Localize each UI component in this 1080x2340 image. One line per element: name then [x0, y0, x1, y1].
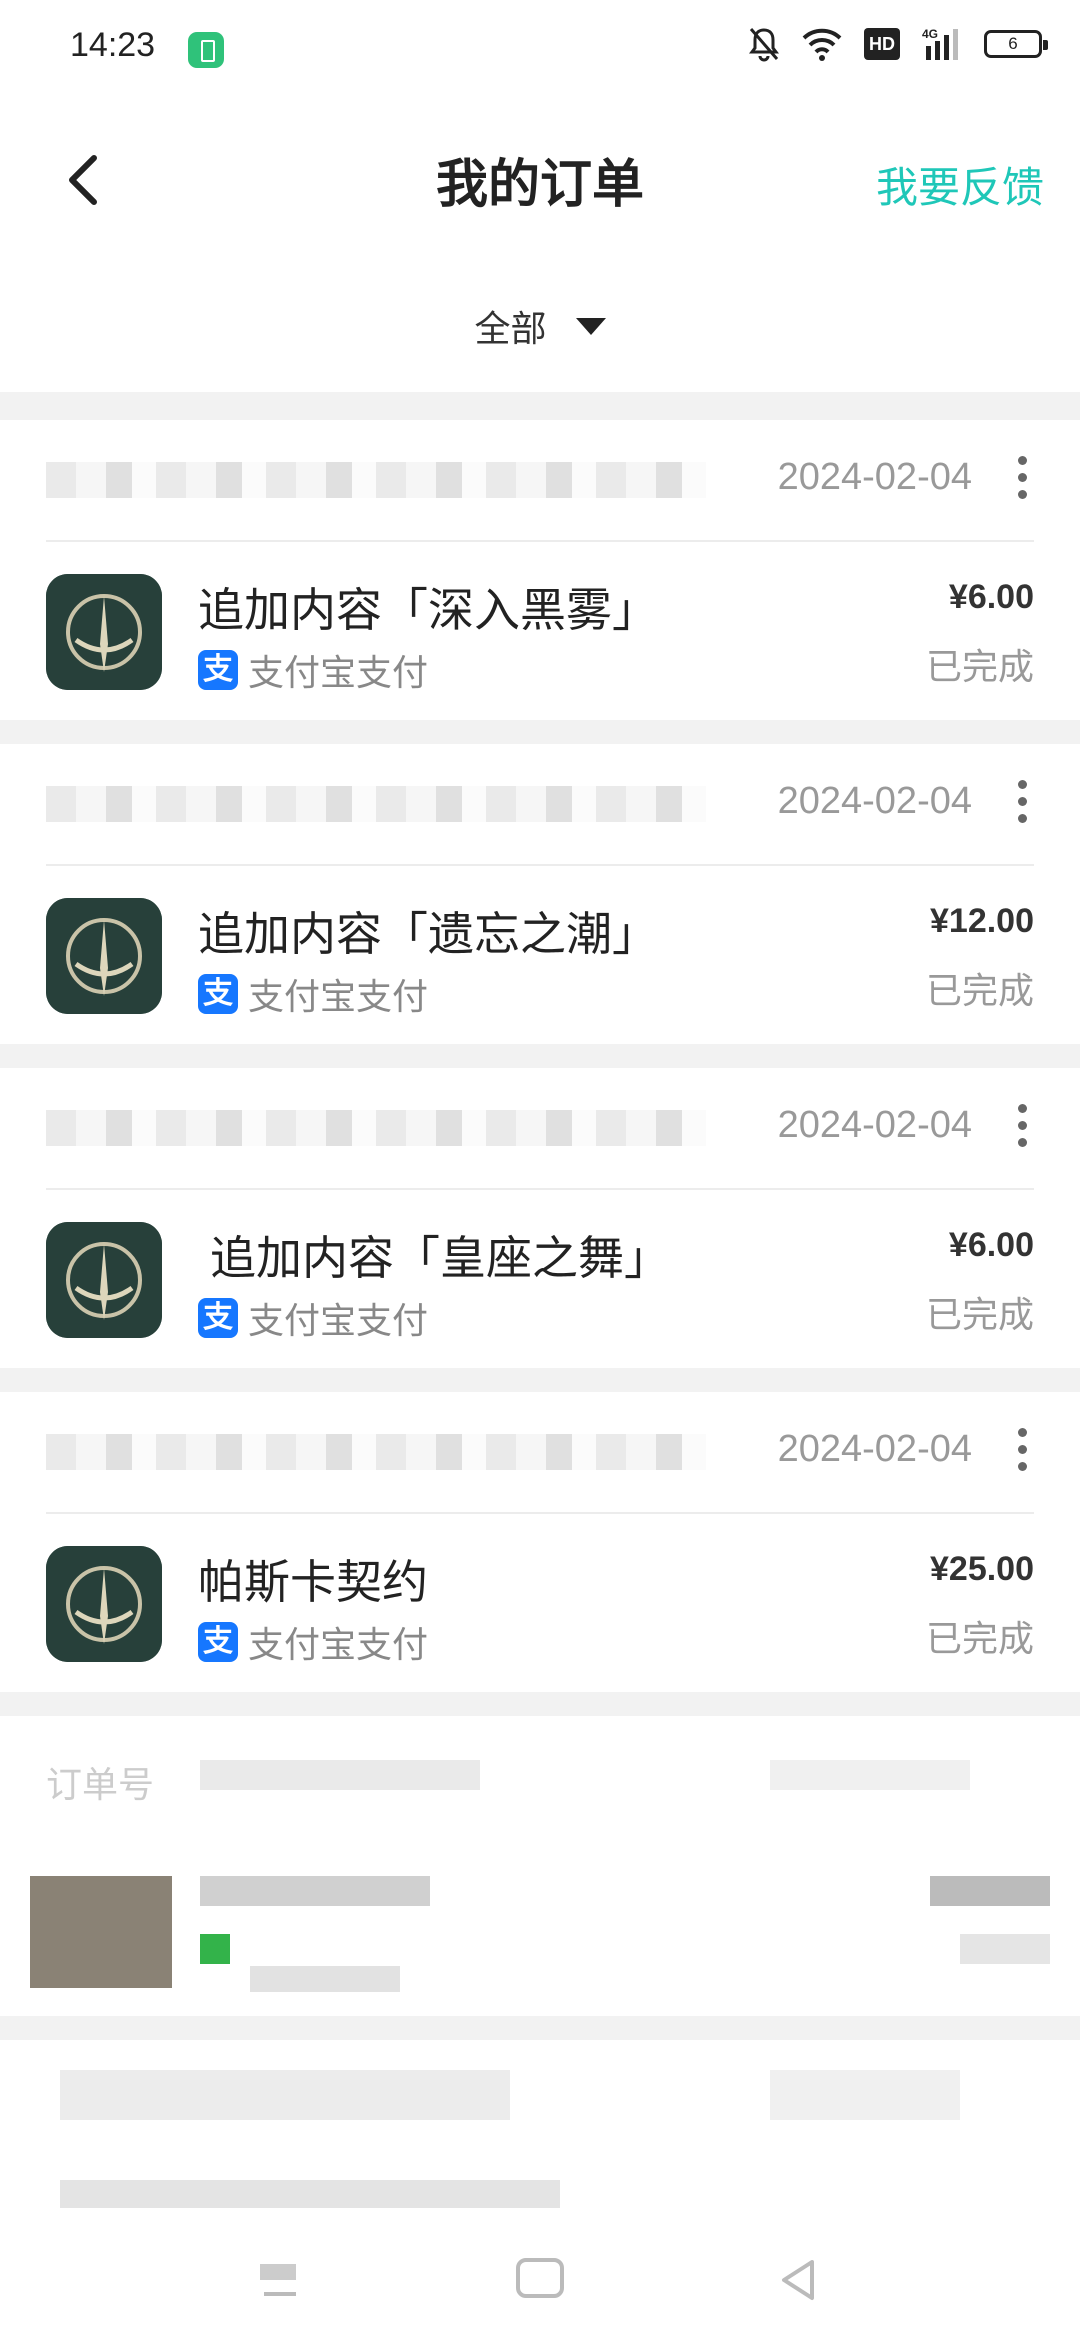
menu-nav-icon[interactable]: [250, 2250, 310, 2310]
blurred-text: [200, 1760, 480, 1790]
game-app-icon: [46, 898, 162, 1014]
blurred-text: [60, 2070, 510, 2120]
section-divider: [0, 392, 1080, 420]
order-number-masked: [46, 1110, 706, 1146]
blurred-text: [770, 1760, 970, 1790]
order-card-blurred[interactable]: 订单号: [0, 1716, 1080, 2016]
more-vertical-icon[interactable]: [1018, 1104, 1028, 1148]
payment-label: 支付宝支付: [248, 653, 429, 694]
order-number-masked: [46, 786, 706, 822]
feedback-link[interactable]: 我要反馈: [876, 154, 1044, 215]
payment-method: 支 支付宝支付: [198, 1296, 428, 1342]
alipay-icon: 支: [198, 1622, 238, 1662]
section-divider: [0, 1044, 1080, 1068]
order-status: 已完成: [925, 1619, 1034, 1660]
wifi-icon: [802, 28, 842, 61]
order-card[interactable]: 2024-02-04 追加内容「皇座之舞」 支 支付宝支付 ¥6.00 已完成: [0, 1068, 1080, 1368]
section-divider: [0, 1368, 1080, 1392]
blurred-app-icon: [30, 1876, 172, 1988]
signal-icon: 4G: [922, 27, 958, 60]
battery-saver-icon: [188, 32, 224, 68]
status-time: 14:23: [70, 26, 156, 64]
section-divider: [0, 720, 1080, 744]
blurred-status: [960, 1934, 1050, 1964]
alipay-icon: 支: [198, 650, 238, 690]
order-status: 已完成: [925, 647, 1034, 688]
order-date: 2024-02-04: [777, 780, 972, 822]
payment-label: 支付宝支付: [248, 1625, 429, 1666]
item-name: 帕斯卡契约: [198, 1555, 428, 1609]
payment-method: 支 支付宝支付: [198, 972, 428, 1018]
game-app-icon: [46, 1546, 162, 1662]
order-date: 2024-02-04: [777, 1428, 972, 1470]
order-date: 2024-02-04: [777, 456, 972, 498]
more-vertical-icon[interactable]: [1018, 456, 1028, 500]
order-header: 2024-02-04: [46, 744, 1034, 866]
back-nav-icon[interactable]: [770, 2250, 830, 2310]
section-divider: [0, 1692, 1080, 1716]
order-price: ¥6.00: [948, 578, 1034, 616]
more-vertical-icon[interactable]: [1018, 1428, 1028, 1472]
order-date: 2024-02-04: [777, 1104, 972, 1146]
section-divider: [0, 2016, 1080, 2040]
blurred-pay-icon: [200, 1934, 230, 1964]
svg-text:4G: 4G: [922, 27, 938, 41]
blurred-text: [770, 2070, 960, 2120]
app-header: 我的订单 我要反馈: [0, 120, 1080, 240]
order-header: 2024-02-04: [46, 1068, 1034, 1190]
order-header: 2024-02-04: [46, 420, 1034, 542]
mute-bell-icon: [749, 28, 779, 62]
order-price: ¥12.00: [930, 902, 1034, 940]
dropdown-triangle-icon: [575, 317, 606, 335]
item-name: 追加内容「皇座之舞」: [210, 1231, 670, 1285]
home-nav-icon[interactable]: [510, 2250, 570, 2310]
order-header: 2024-02-04: [46, 1392, 1034, 1514]
status-bar: 14:23 HD 4G 6: [0, 0, 1080, 96]
order-card[interactable]: 2024-02-04 追加内容「遗忘之潮」 支 支付宝支付 ¥12.00 已完成: [0, 744, 1080, 1044]
item-name: 追加内容「遗忘之潮」: [198, 907, 658, 961]
battery-icon: 6: [984, 30, 1048, 58]
hd-badge: HD: [864, 28, 900, 60]
alipay-icon: 支: [198, 974, 238, 1014]
payment-method: 支 支付宝支付: [198, 1620, 428, 1666]
alipay-icon: 支: [198, 1298, 238, 1338]
order-card[interactable]: 2024-02-04 追加内容「深入黑雾」 支 支付宝支付 ¥6.00 已完成: [0, 420, 1080, 720]
blurred-text: [250, 1966, 400, 1992]
blurred-price: [930, 1876, 1050, 1906]
blurred-text: [200, 1876, 430, 1906]
filter-dropdown[interactable]: 全部: [0, 300, 1080, 364]
payment-label: 支付宝支付: [248, 1301, 429, 1342]
order-number-masked: [46, 462, 706, 498]
filter-label: 全部: [474, 309, 547, 350]
order-number-masked: [46, 1434, 706, 1470]
game-app-icon: [46, 574, 162, 690]
order-price: ¥25.00: [930, 1550, 1034, 1588]
order-price: ¥6.00: [948, 1226, 1034, 1264]
game-app-icon: [46, 1222, 162, 1338]
blurred-text: [60, 2180, 560, 2208]
more-vertical-icon[interactable]: [1018, 780, 1028, 824]
order-status: 已完成: [925, 971, 1034, 1012]
order-number-label: 订单号: [46, 1765, 155, 1806]
order-status: 已完成: [925, 1295, 1034, 1336]
system-nav-bar: [0, 2220, 1080, 2340]
payment-label: 支付宝支付: [248, 977, 429, 1018]
item-name: 追加内容「深入黑雾」: [198, 583, 658, 637]
payment-method: 支 支付宝支付: [198, 648, 428, 694]
order-card[interactable]: 2024-02-04 帕斯卡契约 支 支付宝支付 ¥25.00 已完成: [0, 1392, 1080, 1692]
order-card-blurred[interactable]: [0, 2040, 1080, 2220]
